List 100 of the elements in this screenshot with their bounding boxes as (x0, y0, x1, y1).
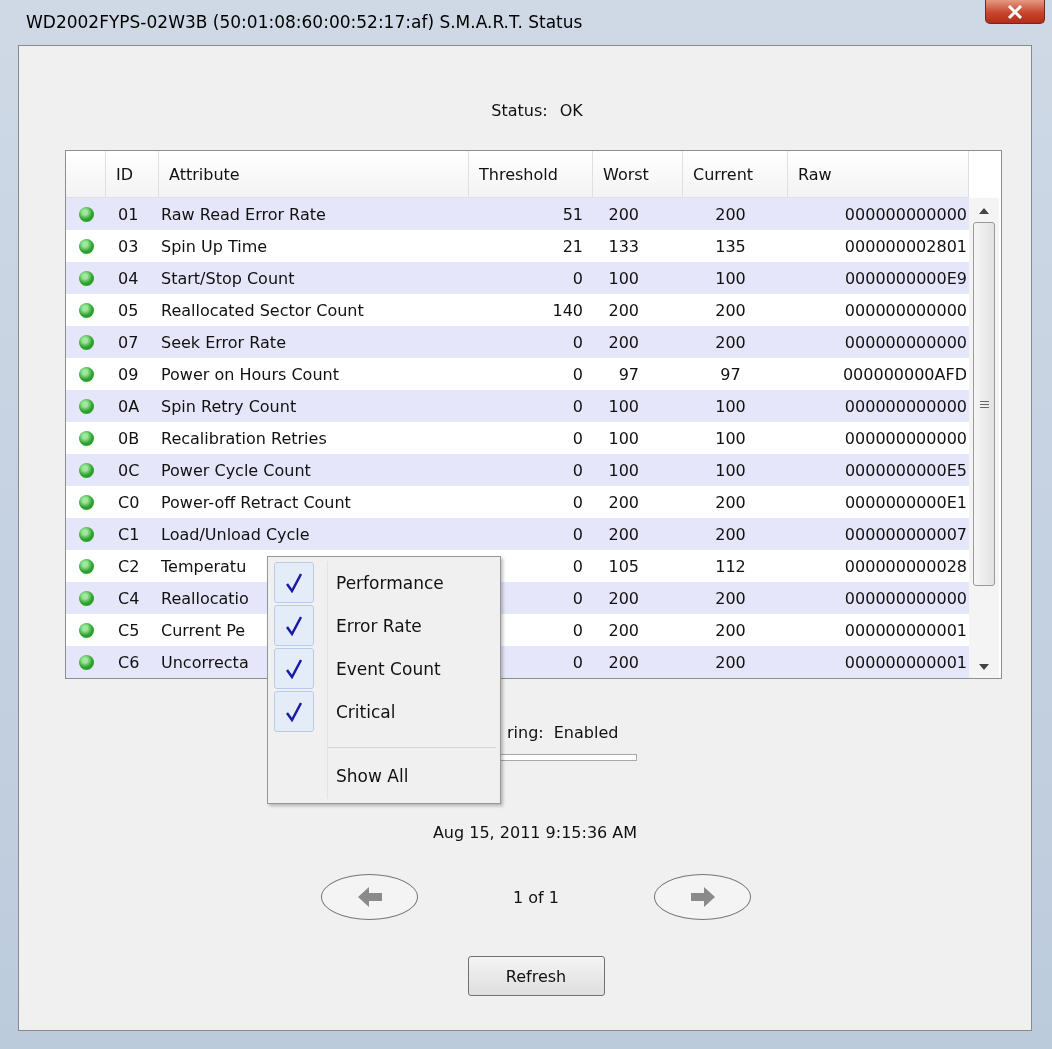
table-cell: Reallocatio (161, 588, 249, 608)
table-cell: 000000000000 (844, 300, 967, 320)
monitoring-value: Enabled (553, 723, 619, 742)
table-cell: 0 (572, 588, 583, 608)
table-cell: 200 (715, 332, 746, 352)
table-cell: 97 (720, 364, 741, 384)
table-cell: 140 (552, 300, 583, 320)
table-cell: Power-off Retract Count (161, 492, 351, 512)
table-cell: Current Pe (161, 620, 246, 640)
menu-item[interactable]: Error Rate (268, 604, 500, 647)
table-cell: Load/Unload Cycle (161, 524, 310, 544)
table-cell: 100 (608, 428, 639, 448)
scroll-thumb[interactable] (973, 222, 995, 586)
scrollbar[interactable] (969, 198, 999, 678)
table-cell: 01 (118, 204, 139, 224)
column-header[interactable]: Threshold (469, 151, 593, 197)
table-cell: 05 (118, 300, 139, 320)
table-cell: 03 (118, 236, 139, 256)
table-cell: 000000000001 (844, 620, 967, 640)
table-cell: 0B (118, 428, 140, 448)
refresh-button[interactable]: Refresh (467, 956, 605, 996)
table-cell: 0 (572, 652, 583, 672)
table-cell: 0 (572, 332, 583, 352)
status-label: Status: (491, 101, 548, 120)
table-cell: 135 (715, 236, 746, 256)
table-cell: 04 (118, 268, 139, 288)
table-cell: 51 (562, 204, 583, 224)
table-cell: 000000000028 (844, 556, 967, 576)
menu-item[interactable]: Event Count (268, 647, 500, 690)
table-cell: 100 (608, 268, 639, 288)
table-cell: C2 (118, 556, 140, 576)
scroll-up-icon[interactable] (979, 208, 989, 214)
table-cell: 000000000000 (844, 332, 967, 352)
page-indicator: 1 of 1 (512, 887, 560, 907)
table-cell: 09 (118, 364, 139, 384)
table-cell: 000000000001 (844, 652, 967, 672)
table-cell: 000000002801 (844, 236, 967, 256)
table-cell: 0 (572, 620, 583, 640)
scroll-down-icon[interactable] (979, 664, 989, 670)
table-cell: 97 (618, 364, 639, 384)
table-cell: 112 (715, 556, 746, 576)
table-cell: 0000000000E5 (844, 460, 967, 480)
column-header[interactable]: Raw (788, 151, 969, 197)
table-cell: Recalibration Retries (161, 428, 327, 448)
table-cell: 200 (608, 300, 639, 320)
table-cell: 0 (572, 524, 583, 544)
menu-item[interactable]: Show All (268, 754, 500, 797)
table-cell: 100 (608, 460, 639, 480)
monitoring-label: ring: (507, 723, 544, 742)
grip-icon (979, 400, 989, 408)
table-cell: 0 (572, 364, 583, 384)
table-cell: 0000000000E9 (844, 268, 967, 288)
table-cell: 200 (608, 524, 639, 544)
status-value: OK (559, 101, 583, 120)
column-header[interactable]: Worst (593, 151, 683, 197)
table-cell: 105 (608, 556, 639, 576)
table-cell: 200 (608, 588, 639, 608)
column-header[interactable]: ID (106, 151, 159, 197)
table-cell: 200 (715, 652, 746, 672)
table-cell: 100 (715, 460, 746, 480)
table-cell: C5 (118, 620, 140, 640)
table-cell: 200 (715, 588, 746, 608)
table-cell: C4 (118, 588, 140, 608)
table-cell: Uncorrecta (161, 652, 249, 672)
table-cell: 000000000007 (844, 524, 967, 544)
table-cell: 0 (572, 556, 583, 576)
menu-item[interactable]: Performance (268, 561, 500, 604)
table-cell: 200 (715, 204, 746, 224)
table-cell: Temperatu (161, 556, 247, 576)
table-cell: 0 (572, 396, 583, 416)
table-cell: Reallocated Sector Count (161, 300, 364, 320)
table-cell: 0 (572, 460, 583, 480)
table-cell: C0 (118, 492, 140, 512)
table-cell: 0 (572, 492, 583, 512)
table-cell: 07 (118, 332, 139, 352)
window-title: WD2002FYPS-02W3B (50:01:08:60:00:52:17:af) S.M.A.R.T. Status (26, 12, 583, 32)
column-header[interactable]: Current (683, 151, 788, 197)
table-cell: Power Cycle Count (161, 460, 311, 480)
table-cell: C1 (118, 524, 140, 544)
table-cell: 100 (608, 396, 639, 416)
close-button[interactable] (985, 0, 1045, 24)
table-cell: 200 (608, 492, 639, 512)
table-cell: 200 (715, 492, 746, 512)
column-header[interactable]: Attribute (159, 151, 469, 197)
table-cell: 100 (715, 268, 746, 288)
close-icon (1007, 4, 1023, 19)
table-cell: Raw Read Error Rate (161, 204, 326, 224)
table-cell: 0 (572, 428, 583, 448)
table-cell: Seek Error Rate (161, 332, 286, 352)
table-cell: 0A (118, 396, 140, 416)
table-cell: Power on Hours Count (161, 364, 339, 384)
table-cell: 200 (608, 332, 639, 352)
table-cell: 000000000000 (844, 588, 967, 608)
table-cell: Spin Up Time (161, 236, 268, 256)
arrow-right-icon (690, 887, 715, 907)
table-cell: 000000000000 (844, 396, 967, 416)
table-cell: 000000000000 (844, 204, 967, 224)
table-cell: 133 (608, 236, 639, 256)
table-cell: Start/Stop Count (161, 268, 295, 288)
menu-item[interactable]: Critical (268, 690, 500, 733)
